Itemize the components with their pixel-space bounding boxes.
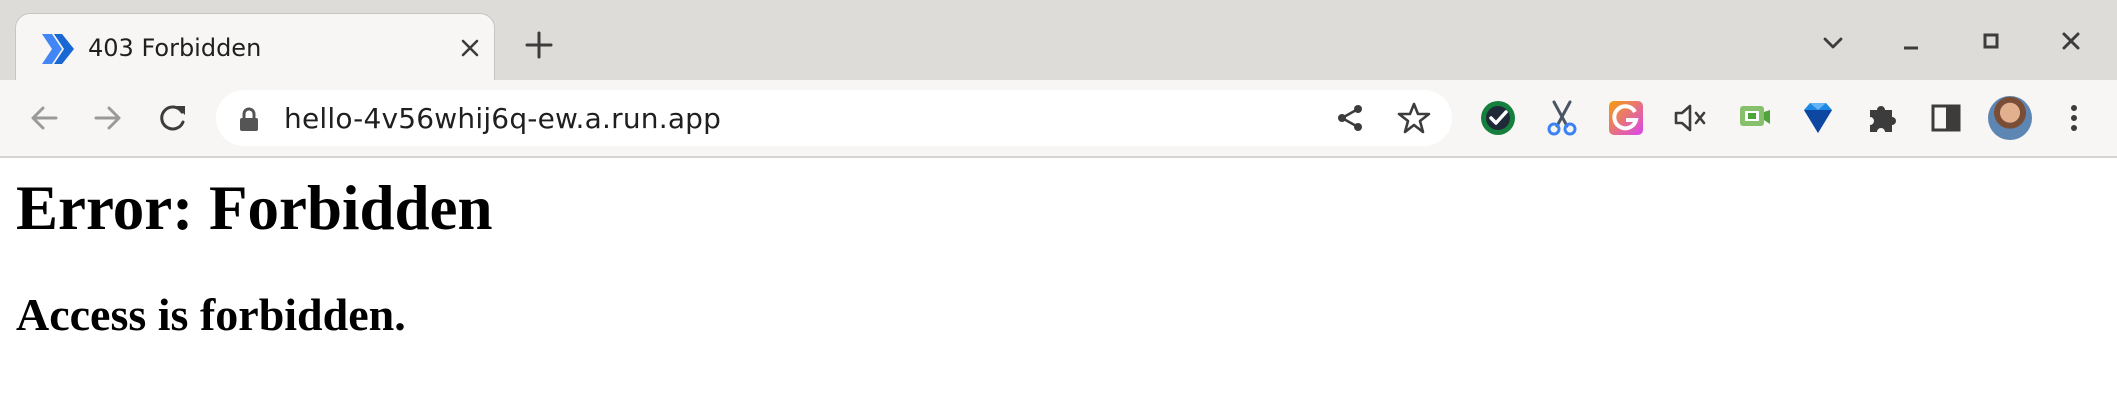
mute-icon[interactable]	[1670, 98, 1710, 138]
minimize-icon[interactable]	[1896, 28, 1926, 58]
reload-icon[interactable]	[152, 98, 192, 138]
puzzle-icon[interactable]	[1862, 98, 1902, 138]
page-content: Error: Forbidden Access is forbidden.	[0, 158, 2117, 400]
bookmark-star-icon[interactable]	[1396, 100, 1432, 136]
tab-title: 403 Forbidden	[88, 34, 262, 62]
error-message: Access is forbidden.	[16, 289, 406, 340]
active-tab[interactable]: 403 Forbidden	[16, 14, 494, 80]
grammar-check-icon[interactable]	[1478, 98, 1518, 138]
cloud-run-favicon-icon	[42, 34, 74, 64]
side-panel-icon[interactable]	[1926, 98, 1966, 138]
diamond-icon[interactable]	[1798, 98, 1838, 138]
more-menu-icon[interactable]	[2054, 98, 2094, 138]
lock-icon[interactable]	[238, 106, 260, 132]
profile-avatar[interactable]	[1988, 96, 2032, 140]
scissors-icon[interactable]	[1542, 98, 1582, 138]
maximize-icon[interactable]	[1976, 26, 2006, 56]
close-window-icon[interactable]	[2056, 26, 2086, 56]
close-tab-icon[interactable]	[458, 36, 482, 60]
new-tab-icon[interactable]	[524, 30, 554, 60]
tab-search-chevron-down-icon[interactable]	[1818, 28, 1848, 58]
share-icon[interactable]	[1334, 102, 1366, 134]
error-heading: Error: Forbidden	[16, 173, 493, 243]
back-arrow-icon[interactable]	[24, 98, 64, 138]
forward-arrow-icon[interactable]	[88, 98, 128, 138]
toolbar: hello-4v56whij6q-ew.a.run.app	[0, 80, 2117, 158]
screen-capture-icon[interactable]	[1734, 98, 1774, 138]
tab-strip: 403 Forbidden	[0, 0, 2117, 80]
address-bar[interactable]: hello-4v56whij6q-ew.a.run.app	[216, 90, 1452, 146]
g-extension-icon[interactable]	[1606, 98, 1646, 138]
url-text[interactable]: hello-4v56whij6q-ew.a.run.app	[284, 102, 721, 135]
